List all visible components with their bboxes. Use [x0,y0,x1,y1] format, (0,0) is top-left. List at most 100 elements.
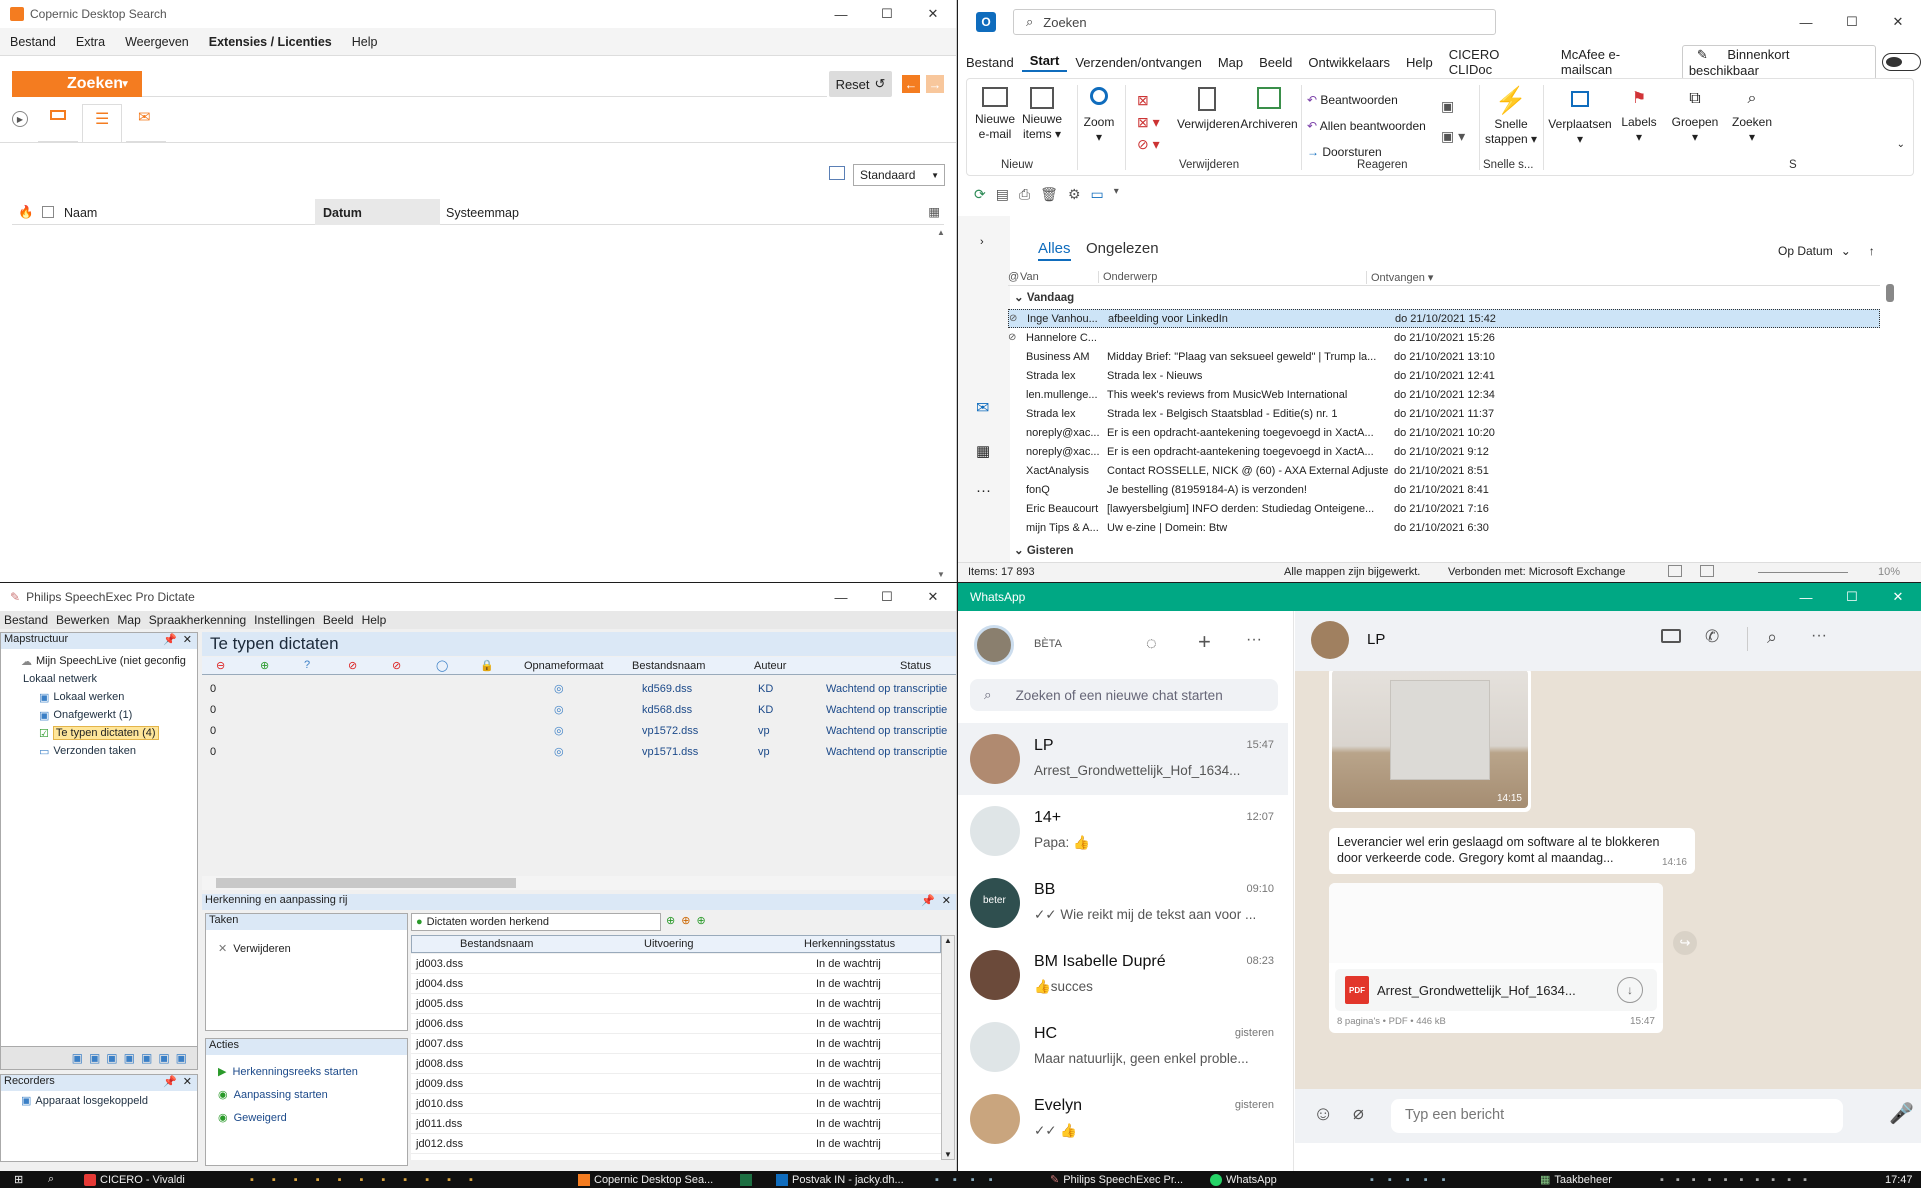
mail-row[interactable]: Strada lex Strada lex - Nieuws do 21/10/20… [1008,366,1880,385]
calendar-icon[interactable]: ▦ [976,442,990,460]
close-icon[interactable]: ✕ [183,1075,192,1088]
recog-row[interactable]: jd012.dss In de wachtrij [411,1134,941,1154]
more-respond-icons[interactable]: ▣ ▣ ▾ [1441,91,1465,151]
maximize-icon[interactable]: ☐ [1829,583,1875,611]
h-scrollbar[interactable] [202,876,956,890]
close-icon[interactable]: ✕ [1875,583,1921,611]
contact-avatar[interactable] [1311,621,1349,659]
tray-icons[interactable]: ▪▪▪▪▪▪▪▪▪▪ [1660,1171,1819,1188]
mail-scrollbar[interactable] [1886,270,1896,560]
mail-icon[interactable]: ✉ [976,398,989,418]
view-reading-icon[interactable] [1700,565,1714,577]
maximize-icon[interactable]: ☐ [864,0,910,28]
recog-row[interactable]: jd007.dss In de wachtrij [411,1034,941,1054]
excel-icon[interactable] [740,1171,752,1188]
more-icon[interactable]: ··· [976,482,991,499]
scroll-thumb[interactable] [1886,284,1894,302]
pin-icon[interactable]: 📌 [921,894,935,907]
view-normal-icon[interactable] [1668,565,1682,577]
mail-row[interactable]: noreply@xac... Er is een opdracht-aanteke… [1008,423,1880,442]
find-button[interactable]: ⌕ Zoeken ▾ [1727,87,1777,145]
recog-row[interactable]: jd009.dss In de wachtrij [411,1074,941,1094]
refresh-icon[interactable]: ⊕ [696,914,705,927]
priority-col-icon[interactable]: ⊖ [216,659,225,672]
pinned-app-icons[interactable]: ▪▪▪▪▪▪▪▪▪▪▪ [250,1171,491,1188]
forward-arrow-icon[interactable]: → [926,75,944,93]
chat-item[interactable]: 14+ 12:07 Papa: 👍 [958,795,1288,867]
recog-col-status[interactable]: Herkenningsstatus [804,938,895,950]
search-icon[interactable]: ⌕ [48,1171,54,1188]
new-col-icon[interactable]: ⊕ [260,659,269,672]
stop-col-icon[interactable]: ⊘ [392,659,401,672]
taskbar-outlook[interactable]: Postvak IN - jacky.dh... [776,1171,904,1188]
menu-icon[interactable]: ··· [1246,631,1262,649]
scroll-down-icon[interactable]: ▼ [937,570,945,579]
pause-icon[interactable]: ⊕ [681,914,690,927]
view-select[interactable]: Standaard ▼ [853,164,945,186]
se-menu-beeld[interactable]: Beeld [319,613,358,627]
toggle-switch[interactable] [1881,53,1921,71]
recog-col-exec[interactable]: Uitvoering [644,938,694,950]
new-email-button[interactable]: Nieuwe e-mail [973,87,1017,142]
image-message[interactable]: 14:15 [1329,671,1531,812]
scroll-up-icon[interactable]: ▲ [942,936,954,945]
taskbar-whatsapp[interactable]: WhatsApp [1210,1171,1277,1188]
mail-row[interactable]: fonQ Je bestelling (81959184-A) is verzon… [1008,480,1880,499]
ol-menu-cicero[interactable]: CICERO CLIDoc [1441,47,1553,77]
tree-speechlive[interactable]: ☁ Mijn SpeechLive (niet geconfig [21,652,197,670]
recog-filter[interactable]: ● Dictaten worden herkend [411,913,661,931]
scroll-up-icon[interactable]: ▲ [937,228,945,237]
menu-help[interactable]: Help [342,35,388,49]
new-items-button[interactable]: Nieuwe items ▾ [1019,87,1065,142]
chat-item[interactable]: LP 15:47 Arrest_Grondwettelijk_Hof_1634... [958,723,1288,795]
recog-row[interactable]: jd004.dss In de wachtrij [411,974,941,994]
dictation-row[interactable]: 0 ◎ vp1571.dss vp Wachtend op transcriptie [202,741,956,762]
search-button[interactable]: Zoeken ▼ [12,71,142,97]
zoom-slider[interactable] [1758,572,1848,573]
taskbar-vivaldi[interactable]: CICERO - Vivaldi [84,1171,185,1188]
accept-icon[interactable]: ⊕ [666,914,675,927]
pin-icon[interactable]: 📌 [163,1075,177,1088]
scroll-down-icon[interactable]: ▼ [942,1150,954,1159]
mail-row[interactable]: noreply@xac... Er is een opdracht-aanteke… [1008,442,1880,461]
ribbon-expand-icon[interactable]: ⌄ [1897,139,1905,150]
ol-menu-help[interactable]: Help [1398,55,1441,70]
ol-menu-verzenden[interactable]: Verzenden/ontvangen [1067,55,1210,70]
se-menu-map[interactable]: Map [113,613,144,627]
tab-email[interactable]: ✉ [126,104,166,142]
tree-network[interactable]: Lokaal netwerk [23,670,197,688]
status-icon[interactable]: ◌ [1146,633,1157,654]
lock-col-icon[interactable]: 🔒 [480,659,494,672]
ol-menu-bestand[interactable]: Bestand [958,55,1022,70]
minimize-icon[interactable]: — [818,583,864,611]
col-format[interactable]: Opnameformaat [524,660,603,672]
quick-steps-button[interactable]: ⚡ Snelle stappen ▾ [1483,87,1539,147]
move-button[interactable]: Verplaatsen ▾ [1547,87,1613,147]
delete-button[interactable]: Verwijderen [1177,87,1240,132]
tree-sent[interactable]: ▭ Verzonden taken [39,742,197,760]
pinned-app-icons-2[interactable]: ▪▪▪▪ [935,1171,1007,1188]
settings-icon[interactable]: ⚙ [1068,186,1081,203]
comment-col-icon[interactable]: ◯ [436,659,448,672]
tab-computer[interactable] [38,104,78,142]
ol-menu-mcafee[interactable]: McAfee e-mailscan [1553,47,1678,77]
back-arrow-icon[interactable]: ← [902,75,920,93]
recorder-item[interactable]: ▣ Apparaat losgekoppeld [1,1091,197,1107]
action-start-adaptation[interactable]: ◉ Aanpassing starten [218,1084,407,1107]
taskbar-speechexec[interactable]: ✎ Philips SpeechExec Pr... [1050,1171,1183,1188]
action-start-recognition[interactable]: ▶ Herkenningsreeks starten [218,1061,407,1084]
reset-button[interactable]: Reset ↺ [829,71,892,97]
col-filename[interactable]: Bestandsnaam [632,660,705,672]
my-avatar[interactable] [974,625,1014,665]
reply-button[interactable]: ↶ Beantwoorden [1307,87,1426,113]
print-icon[interactable]: ⎙ [1019,186,1030,203]
se-menu-instellingen[interactable]: Instellingen [250,613,319,627]
video-call-icon[interactable] [1661,629,1681,643]
ignore-cleanup-icons[interactable]: ⊠ ⊠ ▾ ⊘ ▾ [1137,89,1160,155]
close-icon[interactable]: ✕ [1875,8,1921,36]
microphone-icon[interactable]: 🎤 [1889,1101,1914,1126]
search-box[interactable]: ⌕ Zoeken of een nieuwe chat starten [970,679,1278,711]
pinned-app-icons-3[interactable]: ▪▪▪▪▪ [1370,1171,1460,1188]
se-menu-bestand[interactable]: Bestand [0,613,52,627]
col-name[interactable]: Naam [64,206,97,220]
